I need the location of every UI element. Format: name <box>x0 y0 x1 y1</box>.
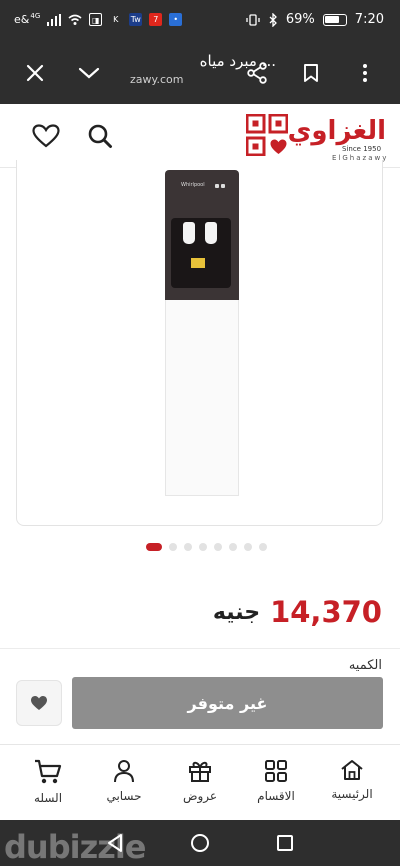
dispenser-niche <box>171 218 231 288</box>
nav-offers-label: عروض <box>182 789 218 803</box>
red-app-icon: 7 <box>149 13 163 26</box>
home-circle-icon <box>191 834 209 852</box>
search-icon <box>88 124 112 148</box>
carousel-dot[interactable] <box>229 543 237 551</box>
dispenser-indicator <box>215 184 219 188</box>
heart-filled-icon <box>31 696 47 710</box>
nav-categories[interactable]: الاقسام <box>238 745 314 820</box>
bottom-nav: الرئيسية الاقسام عروض حسابي السله <box>0 744 400 820</box>
carousel-dot[interactable] <box>244 543 252 551</box>
more-options-button[interactable] <box>348 56 382 90</box>
bookmark-button[interactable] <box>294 56 328 90</box>
dispenser-indicator <box>221 184 225 188</box>
grid-icon <box>265 760 287 782</box>
dispenser-top: Whirlpool <box>165 170 239 300</box>
search-button[interactable] <box>84 120 116 152</box>
app-notification-icon: ◨ <box>89 13 103 26</box>
cold-tap <box>205 222 217 244</box>
carousel-dot[interactable] <box>169 543 177 551</box>
unavailable-button[interactable]: غير متوفر <box>72 677 383 729</box>
price-value: 14,370 <box>270 595 382 629</box>
bookmark-icon <box>304 64 318 82</box>
carrier-label: e& <box>14 13 30 26</box>
site-logo[interactable]: الغزاوي Since 1950 ElGhazawy <box>246 112 386 162</box>
logo-mark-icon <box>246 114 288 156</box>
nav-offers[interactable]: عروض <box>162 745 238 820</box>
logo-name: الغزاوي <box>287 116 386 146</box>
android-nav-bar: dubizzle <box>0 820 400 866</box>
add-to-wishlist-button[interactable] <box>16 680 62 726</box>
dispenser-label <box>191 258 205 268</box>
price-row: 14,370 جنيه <box>213 592 382 632</box>
dispenser-cabinet <box>165 300 239 496</box>
clock: 7:20 <box>354 12 384 27</box>
share-button[interactable] <box>240 56 274 90</box>
bluetooth-icon <box>269 12 277 27</box>
product-image-card[interactable]: Whirlpool <box>16 160 383 526</box>
quantity-label: الكميه <box>348 658 382 673</box>
home-icon <box>341 760 363 780</box>
status-left: e& 4G ◨ K Tw 7 • <box>14 11 183 26</box>
nav-account[interactable]: حسابي <box>86 745 162 820</box>
gift-icon <box>189 761 211 782</box>
carousel-dot[interactable] <box>199 543 207 551</box>
recents-button[interactable] <box>274 832 296 854</box>
recents-square-icon <box>277 835 293 851</box>
product-image: Whirlpool <box>165 170 239 500</box>
signal-icon <box>47 13 62 26</box>
back-button[interactable] <box>104 832 126 854</box>
home-nav-button[interactable] <box>189 832 211 854</box>
hot-tap <box>183 222 195 244</box>
battery-percent: 69% <box>285 12 315 27</box>
nav-cart-label: السله <box>33 791 63 805</box>
status-bar: e& 4G ◨ K Tw 7 • 69% 7:20 <box>0 0 400 42</box>
minimize-button[interactable] <box>72 56 106 90</box>
carousel-dot[interactable] <box>146 543 162 551</box>
vibrate-icon <box>246 13 260 26</box>
carousel-dot[interactable] <box>214 543 222 551</box>
nav-account-label: حسابي <box>106 789 142 803</box>
site-header: الغزاوي Since 1950 ElGhazawy <box>0 104 400 168</box>
browser-url: zawy.com <box>130 73 184 86</box>
k-app-icon: K <box>113 15 119 24</box>
cart-icon <box>35 759 62 784</box>
nav-cart[interactable]: السله <box>10 745 86 820</box>
battery-icon <box>322 13 347 26</box>
carousel-dot[interactable] <box>184 543 192 551</box>
share-icon <box>247 62 267 84</box>
tw-app-icon: Tw <box>129 13 143 26</box>
network-type: 4G <box>30 11 41 20</box>
chevron-down-icon <box>78 67 100 79</box>
address-area[interactable]: مبرد مياه ... zawy.com <box>128 52 276 86</box>
nav-home[interactable]: الرئيسية <box>314 745 390 820</box>
nav-categories-label: الاقسام <box>257 789 295 803</box>
heart-icon <box>32 124 60 148</box>
close-icon <box>26 64 44 82</box>
nav-home-label: الرئيسية <box>331 787 373 801</box>
dispenser-brand: Whirlpool <box>181 182 205 188</box>
browser-toolbar: مبرد مياه ... zawy.com <box>0 42 400 104</box>
close-tab-button[interactable] <box>18 56 52 90</box>
more-vertical-icon <box>363 64 367 82</box>
divider <box>0 648 400 649</box>
status-right: 69% 7:20 <box>246 12 384 27</box>
wifi-icon <box>68 14 82 25</box>
user-icon <box>114 760 134 783</box>
wishlist-button[interactable] <box>30 120 62 152</box>
blue-app-icon: • <box>169 13 183 26</box>
price-currency: جنيه <box>212 599 261 625</box>
logo-since: Since 1950 <box>342 145 382 153</box>
back-triangle-icon <box>108 834 122 852</box>
carousel-dots <box>146 543 267 551</box>
carousel-dot[interactable] <box>259 543 267 551</box>
